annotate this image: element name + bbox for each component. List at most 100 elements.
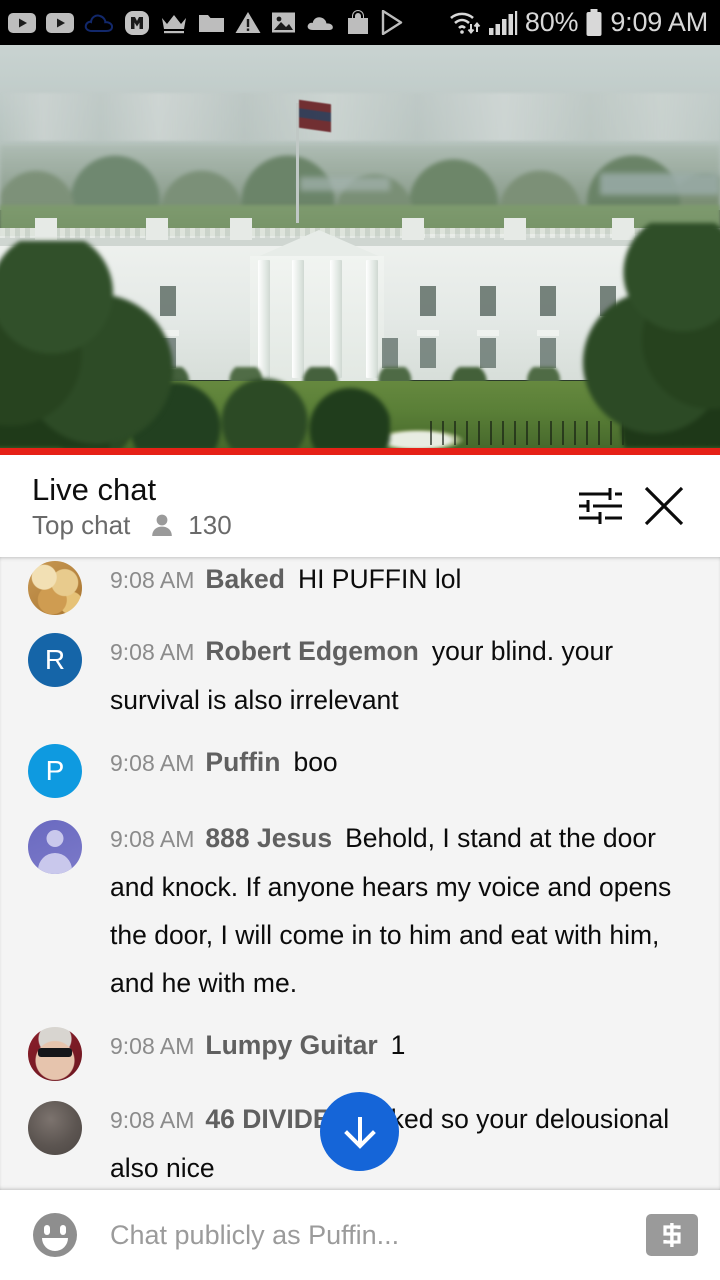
- chimney: [504, 218, 526, 240]
- chat-message-row[interactable]: 9:08 AM Lumpy Guitar 1: [0, 1019, 720, 1081]
- facade-window-lower: [540, 338, 556, 368]
- window-cap: [417, 330, 439, 336]
- avatar[interactable]: [28, 1101, 82, 1155]
- american-flag-icon: [299, 99, 331, 133]
- clock-label: 9:09 AM: [610, 7, 708, 37]
- message-timestamp: 9:08 AM: [110, 639, 195, 665]
- chat-settings-button[interactable]: [568, 474, 632, 538]
- message-text: 1: [390, 1030, 406, 1060]
- message-author[interactable]: Baked: [205, 564, 285, 594]
- facade-window-lower: [480, 338, 496, 368]
- facade-window: [480, 286, 496, 316]
- super-chat-button[interactable]: [646, 1214, 698, 1256]
- battery-percent-label: 80%: [524, 7, 579, 37]
- viewer-count-label: 130: [188, 509, 232, 540]
- wifi-icon: [449, 12, 481, 35]
- youtube-icon-2: [46, 12, 74, 33]
- chat-input[interactable]: [80, 1218, 646, 1252]
- emoji-picker-button[interactable]: [30, 1210, 80, 1260]
- message-text: HI PUFFIN lol: [297, 564, 462, 594]
- image-icon: [272, 12, 295, 33]
- chat-subheader: Top chat 130: [32, 512, 568, 538]
- cloud-outline-icon: [84, 14, 114, 32]
- avatar[interactable]: P: [28, 744, 82, 798]
- window-cap: [477, 330, 499, 336]
- person-icon: [152, 514, 173, 536]
- crown-icon: [162, 14, 186, 33]
- scroll-to-bottom-button[interactable]: [320, 1092, 399, 1171]
- facade-window: [420, 286, 436, 316]
- video-progress-bar[interactable]: [0, 448, 720, 455]
- facade-window: [540, 286, 556, 316]
- arrow-down-icon: [343, 1116, 376, 1149]
- chat-message-body: 9:08 AM Robert Edgemon your blind. your su…: [82, 625, 702, 724]
- chat-message-row[interactable]: 9:08 AM Baked HI PUFFIN lol: [0, 557, 720, 615]
- chat-input-bar: [0, 1190, 720, 1280]
- chat-header-labels: Live chat Top chat 130: [32, 474, 568, 538]
- status-bar-system-icons: 80% 9:09 AM: [447, 7, 708, 37]
- emoji-smiley-icon: [33, 1213, 77, 1257]
- message-timestamp: 9:08 AM: [110, 1107, 195, 1133]
- avatar[interactable]: [28, 1027, 82, 1081]
- chat-message-body: 9:08 AM Baked HI PUFFIN lol: [82, 557, 702, 615]
- chat-message-row[interactable]: R 9:08 AM Robert Edgemon your blind. your …: [0, 625, 720, 724]
- distant-water-2: [300, 177, 390, 191]
- play-store-icon: [381, 10, 403, 35]
- avatar[interactable]: [28, 820, 82, 874]
- facade-window-lower: [420, 338, 436, 368]
- avatar-letter: R: [44, 644, 66, 675]
- distant-cityscape: [0, 93, 720, 141]
- message-text: Behold, I stand at the door and knock. I…: [110, 823, 672, 998]
- avatar[interactable]: [28, 561, 82, 615]
- window-cap: [537, 330, 559, 336]
- dollar-sign-icon: [663, 1223, 681, 1247]
- chat-message-body: 9:08 AM Lumpy Guitar 1: [82, 1019, 702, 1081]
- chimney: [35, 218, 57, 240]
- close-icon: [644, 486, 684, 526]
- chat-message-body: 9:08 AM Puffin boo: [82, 736, 702, 798]
- chimney: [230, 218, 252, 240]
- video-player[interactable]: [0, 45, 720, 448]
- tune-sliders-icon: [579, 488, 622, 524]
- status-bar: 80% 9:09 AM: [0, 0, 720, 45]
- message-author[interactable]: Lumpy Guitar: [205, 1030, 377, 1060]
- foreground-tree-right: [578, 223, 720, 448]
- chat-mode-label[interactable]: Top chat: [32, 512, 130, 538]
- portico-pediment: [255, 230, 383, 258]
- message-text: boo: [293, 747, 338, 777]
- chimney: [146, 218, 168, 240]
- warning-triangle-icon: [235, 12, 261, 33]
- distant-water: [600, 173, 720, 195]
- page-title: Live chat: [32, 472, 157, 508]
- message-timestamp: 9:08 AM: [110, 826, 195, 852]
- avatar[interactable]: R: [28, 633, 82, 687]
- message-timestamp: 9:08 AM: [110, 750, 195, 776]
- chat-message-body: 9:08 AM 888 Jesus Behold, I stand at the d…: [82, 812, 702, 1007]
- message-author[interactable]: Robert Edgemon: [205, 636, 418, 666]
- portico-column: [366, 260, 378, 378]
- chat-message-row[interactable]: P 9:08 AM Puffin boo: [0, 736, 720, 798]
- message-timestamp: 9:08 AM: [110, 567, 195, 593]
- m-badge-icon: [125, 10, 149, 35]
- message-author[interactable]: 888 Jesus: [205, 823, 332, 853]
- chimney: [402, 218, 424, 240]
- live-chat-header: Live chat Top chat 130: [0, 455, 720, 557]
- message-author[interactable]: Puffin: [205, 747, 280, 777]
- cloud-filled-icon: [307, 16, 333, 30]
- chat-message-row[interactable]: 9:08 AM 888 Jesus Behold, I stand at the d…: [0, 812, 720, 1007]
- avatar-letter: P: [45, 755, 65, 786]
- status-bar-notification-icons: [8, 10, 447, 36]
- north-portico: [250, 256, 384, 382]
- youtube-icon: [8, 12, 36, 33]
- message-timestamp: 9:08 AM: [110, 1033, 195, 1059]
- folder-icon: [199, 14, 224, 32]
- facade-window-lower: [382, 338, 398, 368]
- portico-column: [330, 260, 342, 378]
- portico-column: [258, 260, 270, 378]
- battery-icon: [586, 8, 602, 36]
- close-chat-button[interactable]: [632, 474, 696, 538]
- foreground-tree-left: [0, 241, 190, 448]
- youtube-live-chat-screen: 80% 9:09 AM Live chat Top chat 130 9:08 …: [0, 0, 720, 1280]
- shopping-bag-icon: [348, 10, 368, 34]
- cellular-signal-icon: [488, 10, 518, 35]
